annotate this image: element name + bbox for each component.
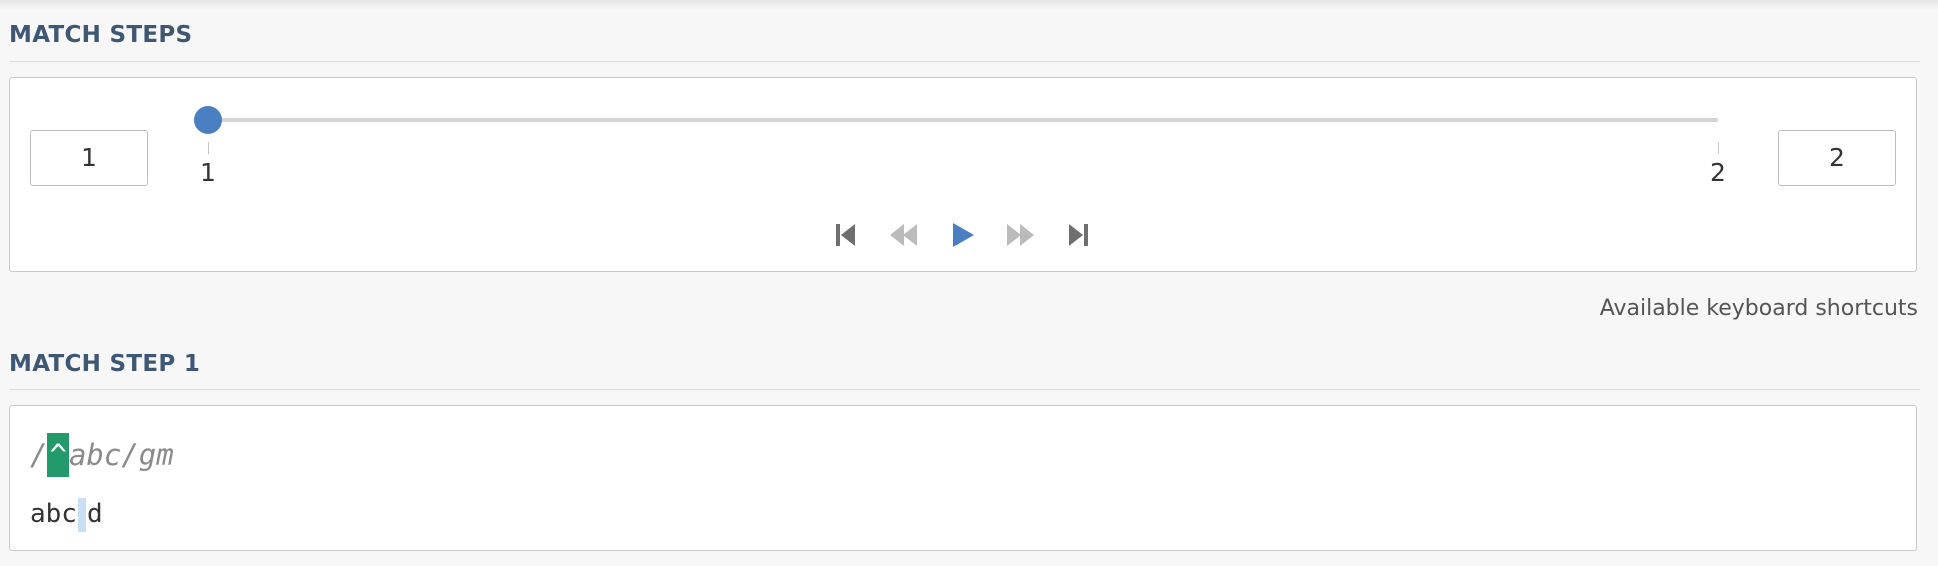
section-divider xyxy=(9,61,1920,62)
slider-tick-max xyxy=(1718,142,1719,154)
regex-suffix: abc/gm xyxy=(68,438,174,472)
match-steps-title: MATCH STEPS xyxy=(9,22,193,48)
subject-before-cursor: abc xyxy=(30,499,77,529)
subject-after-cursor: d xyxy=(86,499,103,529)
regex-display: /^abc/gm xyxy=(30,433,174,477)
first-step-icon[interactable] xyxy=(826,215,866,255)
regex-highlighted-token: ^ xyxy=(47,433,69,477)
regex-prefix: / xyxy=(30,438,48,472)
playback-controls xyxy=(826,215,1106,255)
slider-max-label: 2 xyxy=(1710,158,1726,187)
top-shadow xyxy=(0,0,1938,10)
match-step-panel xyxy=(9,405,1917,551)
section-divider xyxy=(9,389,1920,390)
keyboard-shortcuts-link[interactable]: Available keyboard shortcuts xyxy=(1600,296,1918,321)
step-slider-handle[interactable] xyxy=(194,106,222,134)
slider-tick-min xyxy=(208,142,209,154)
previous-step-icon[interactable] xyxy=(884,215,924,255)
match-position-marker xyxy=(77,497,86,532)
play-icon[interactable] xyxy=(942,215,982,255)
match-step-detail-title: MATCH STEP 1 xyxy=(9,351,201,377)
slider-min-label: 1 xyxy=(200,158,216,187)
next-step-icon[interactable] xyxy=(1000,215,1040,255)
last-step-icon[interactable] xyxy=(1058,215,1098,255)
step-slider-track[interactable] xyxy=(208,118,1718,122)
subject-string: abc d xyxy=(30,495,103,533)
total-steps-box: 2 xyxy=(1778,130,1896,186)
current-step-input[interactable]: 1 xyxy=(30,130,148,186)
